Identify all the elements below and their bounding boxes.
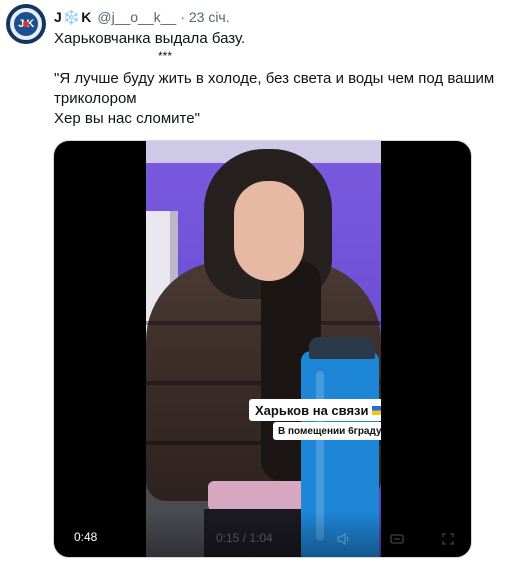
fullscreen-icon[interactable]	[440, 531, 456, 547]
video-caption-sub-text: В помещении 6градусов	[278, 425, 381, 437]
video-controls: 0:48 0:15 / 1:04	[54, 511, 471, 557]
video-bottle-cap	[309, 337, 375, 359]
separator: ·	[180, 9, 185, 25]
video-player[interactable]: Харьков на связи В помещении 6градусов 0…	[53, 140, 472, 558]
avatar[interactable]: J K	[6, 4, 46, 44]
tweet: J K J ❄️ K @j__o__k__ · 23 січ. Харьковч…	[0, 0, 507, 566]
display-name-suffix[interactable]: K	[81, 9, 91, 25]
video-person-face	[234, 181, 304, 281]
video-caption-main: Харьков на связи	[249, 399, 381, 421]
timestamp[interactable]: 23 січ.	[189, 9, 230, 25]
snowflake-icon: ❄️	[62, 8, 81, 25]
tweet-text-line: "Я лучше буду жить в холоде, без света и…	[54, 70, 495, 87]
user-handle[interactable]: @j__o__k__	[97, 9, 176, 25]
captions-icon[interactable]	[389, 531, 405, 547]
volume-icon[interactable]	[336, 531, 352, 547]
avatar-badge: J K	[10, 8, 42, 40]
tweet-text-separator: ***	[158, 49, 173, 63]
video-caption-main-text: Харьков на связи	[255, 402, 369, 418]
tweet-text-line: Хер вы нас сломите"	[54, 110, 200, 127]
video-duration: 0:48	[74, 530, 98, 544]
video-caption-sub: В помещении 6градусов	[273, 422, 381, 440]
tweet-text-line: Харьковчанка выдала базу.	[54, 30, 246, 47]
video-frame[interactable]: Харьков на связи В помещении 6градусов	[146, 141, 381, 557]
tweet-header: J ❄️ K @j__o__k__ · 23 січ.	[54, 8, 230, 26]
display-name[interactable]: J	[54, 9, 62, 25]
avatar-dot	[23, 21, 29, 27]
ukraine-flag-icon	[371, 405, 381, 415]
video-progress-text: 0:15 / 1:04	[216, 531, 273, 545]
tweet-text-line: триколором	[54, 90, 137, 107]
